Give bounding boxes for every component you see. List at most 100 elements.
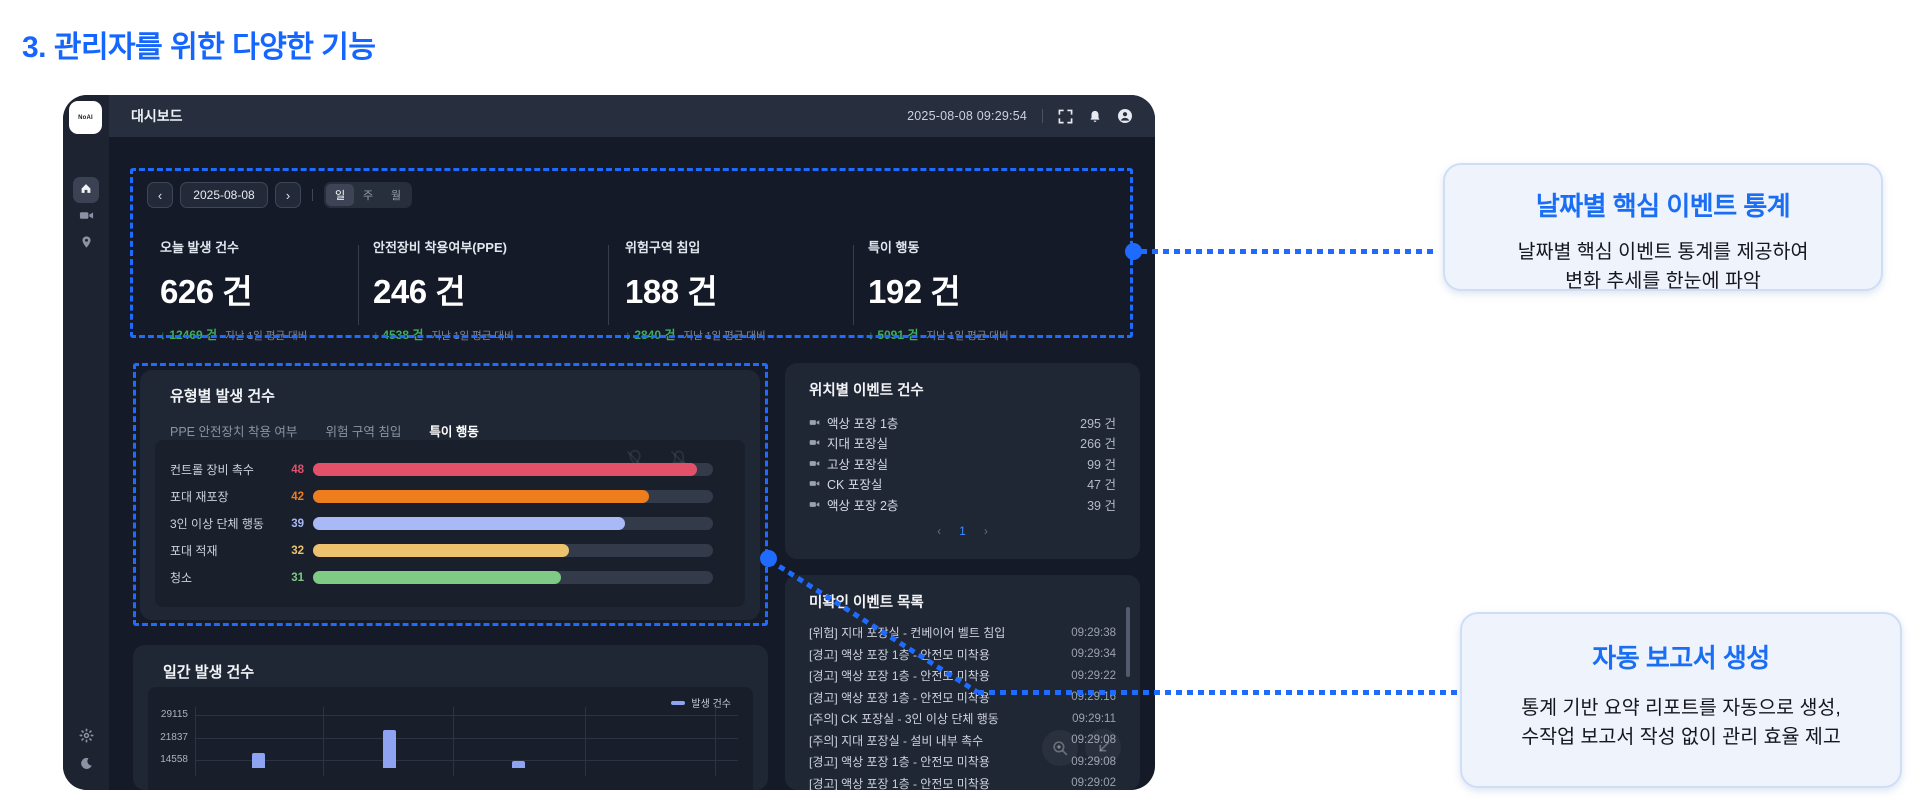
bar-track bbox=[313, 571, 713, 584]
event-row[interactable]: [경고] 액상 포장 1층 - 안전모 미착용 09:29:02 bbox=[809, 773, 1116, 790]
callout-body: 날짜별 핵심 이벤트 통계를 제공하여 변화 추세를 한눈에 파악 bbox=[1517, 241, 1809, 293]
daily-chart-title: 일간 발생 건수 bbox=[163, 664, 255, 681]
location-count: 295 건 bbox=[1080, 416, 1116, 431]
location-row[interactable]: 지대 포장실 266 건 bbox=[809, 433, 1116, 454]
range-option-일[interactable]: 일 bbox=[326, 184, 354, 206]
type-chart-area: 컨트롤 장비 촉수 48 포대 재포장 42 3인 이상 단체 행동 39 포대 적재 32 청… bbox=[155, 440, 745, 607]
type-bar-row: 포대 적재 32 bbox=[155, 537, 745, 564]
video-camera-icon bbox=[79, 208, 94, 228]
sidebar-item-cameras[interactable] bbox=[78, 210, 94, 226]
bar-fill bbox=[313, 544, 569, 557]
user-profile-icon[interactable] bbox=[1117, 108, 1133, 124]
stat-value: 188 건 bbox=[625, 273, 718, 310]
range-option-주[interactable]: 주 bbox=[354, 184, 382, 206]
location-row[interactable]: 액상 포장 1층 295 건 bbox=[809, 412, 1116, 433]
date-display[interactable]: 2025-08-08 bbox=[180, 182, 268, 208]
event-label: [경고] 액상 포장 1층 - 안전모 미착용 bbox=[809, 755, 990, 770]
page-number[interactable]: 1 bbox=[959, 524, 966, 538]
bar-track bbox=[313, 517, 713, 530]
event-label: [경고] 액상 포장 1층 - 안전모 미착용 bbox=[809, 647, 990, 662]
bar-fill bbox=[313, 571, 561, 584]
stat-delta: ↓ 2840 건 bbox=[625, 328, 676, 342]
legend-label: 발생 건수 bbox=[691, 699, 731, 710]
event-row[interactable]: [위험] 지대 포장실 - 컨베이어 벨트 침입 09:29:38 bbox=[809, 622, 1116, 644]
scrollbar[interactable] bbox=[1126, 607, 1130, 677]
stat-divider bbox=[608, 245, 609, 325]
camera-icon bbox=[809, 478, 820, 489]
daily-chart-area: 발생 건수 29115 21837 14558 bbox=[148, 687, 753, 790]
fullscreen-icon[interactable] bbox=[1058, 109, 1073, 124]
sidebar-item-home[interactable] bbox=[73, 177, 99, 203]
map-pin-icon bbox=[80, 235, 93, 254]
legend-marker bbox=[671, 700, 686, 705]
callout-body: 통계 기반 요약 리포트를 자동으로 생성, 수작업 보고서 작성 없이 관리 … bbox=[1521, 697, 1841, 749]
stat-value: 192 건 bbox=[868, 273, 961, 310]
stat-label: 특이 행동 bbox=[868, 240, 920, 255]
theme-moon-icon[interactable] bbox=[78, 755, 94, 771]
event-label: [경고] 액상 포장 1층 - 안전모 미착용 bbox=[809, 690, 990, 705]
bar-value-label: 39 bbox=[291, 517, 304, 530]
location-name: 고상 포장실 bbox=[827, 457, 888, 472]
location-row[interactable]: 고상 포장실 99 건 bbox=[809, 453, 1116, 474]
location-count: 39 건 bbox=[1087, 498, 1116, 513]
stat-delta-note: 지난 1일 평균 대비 bbox=[683, 330, 766, 342]
type-bar-row: 포대 재포장 42 bbox=[155, 483, 745, 510]
connector-dot-stats bbox=[1125, 243, 1142, 260]
stat-card-abnormal: 특이 행동 192 건 ↓ 5091 건 지난 1일 평균 대비 bbox=[868, 237, 1009, 343]
stat-delta: ↓ 4538 건 bbox=[373, 328, 424, 342]
window-title: 대시보드 bbox=[131, 108, 183, 124]
page-prev-button[interactable]: ‹ bbox=[937, 524, 941, 538]
stat-delta-note: 지난 1일 평균 대비 bbox=[926, 330, 1009, 342]
event-row[interactable]: [경고] 액상 포장 1층 - 안전모 미착용 09:29:34 bbox=[809, 644, 1116, 666]
page: 3. 관리자를 위한 다양한 기능 NoAI 대시보드 2025-08-08 0… bbox=[0, 0, 1920, 798]
event-time: 09:29:02 bbox=[1071, 777, 1116, 790]
notifications-bell-icon[interactable] bbox=[1088, 109, 1102, 124]
location-panel: 위치별 이벤트 건수 액상 포장 1층 295 건 지대 포장실 266 건 고상 포장… bbox=[785, 363, 1140, 559]
stat-delta: ↓ 5091 건 bbox=[868, 328, 919, 342]
bar-fill bbox=[313, 517, 625, 530]
event-panel-title: 미확인 이벤트 목록 bbox=[809, 595, 924, 611]
zoom-in-overlay-button[interactable] bbox=[1042, 730, 1078, 766]
stat-delta-note: 지난 1일 평균 대비 bbox=[225, 330, 308, 342]
location-row[interactable]: CK 포장실 47 건 bbox=[809, 474, 1116, 495]
daily-bar bbox=[251, 753, 265, 768]
bar-category-label: 3인 이상 단체 행동 bbox=[170, 517, 264, 531]
daily-bar bbox=[382, 730, 396, 768]
callout-auto-report: 자동 보고서 생성 통계 기반 요약 리포트를 자동으로 생성, 수작업 보고서… bbox=[1460, 612, 1902, 788]
location-row[interactable]: 액상 포장 2층 39 건 bbox=[809, 494, 1116, 515]
location-name: CK 포장실 bbox=[827, 478, 883, 493]
camera-icon bbox=[809, 417, 820, 428]
collapse-arrow-overlay-button[interactable] bbox=[1085, 729, 1121, 765]
window-header: 대시보드 2025-08-08 09:29:54 bbox=[109, 95, 1155, 137]
stat-card-danger-zone: 위험구역 침입 188 건 ↓ 2840 건 지난 1일 평균 대비 bbox=[625, 237, 766, 343]
range-option-월[interactable]: 월 bbox=[382, 184, 410, 206]
gridline bbox=[195, 738, 738, 739]
page-next-button[interactable]: › bbox=[984, 524, 988, 538]
event-time: 09:29:34 bbox=[1071, 648, 1116, 661]
daily-bar bbox=[511, 761, 525, 768]
gridline bbox=[195, 760, 738, 761]
location-count: 99 건 bbox=[1087, 457, 1116, 472]
bar-track bbox=[313, 490, 713, 503]
date-prev-button[interactable]: ‹ bbox=[147, 182, 173, 208]
gridline bbox=[195, 715, 738, 716]
stat-value: 626 건 bbox=[160, 273, 253, 310]
y-tick-label: 21837 bbox=[160, 732, 188, 743]
event-label: [주의] CK 포장실 - 3인 이상 단체 행동 bbox=[809, 712, 999, 727]
event-label: [주의] 지대 포장실 - 설비 내부 촉수 bbox=[809, 733, 984, 748]
page-title: 3. 관리자를 위한 다양한 기능 bbox=[22, 31, 376, 64]
event-time: 09:29:38 bbox=[1071, 626, 1116, 639]
stat-value: 246 건 bbox=[373, 273, 466, 310]
settings-gear-icon[interactable] bbox=[78, 727, 94, 743]
stat-delta: ↓ 12469 건 bbox=[160, 328, 218, 342]
sidebar-item-locations[interactable] bbox=[78, 235, 94, 254]
date-next-button[interactable]: › bbox=[275, 182, 301, 208]
gridline bbox=[585, 707, 586, 776]
bar-category-label: 컨트롤 장비 촉수 bbox=[170, 463, 254, 477]
bar-fill bbox=[313, 463, 697, 476]
connector-line-stats bbox=[1141, 249, 1437, 254]
event-row[interactable]: [주의] CK 포장실 - 3인 이상 단체 행동 09:29:11 bbox=[809, 708, 1116, 730]
camera-icon bbox=[809, 437, 820, 448]
stat-card-ppe: 안전장비 착용여부(PPE) 246 건 ↓ 4538 건 지난 1일 평균 대비 bbox=[373, 237, 514, 343]
app-logo: NoAI bbox=[69, 101, 102, 134]
